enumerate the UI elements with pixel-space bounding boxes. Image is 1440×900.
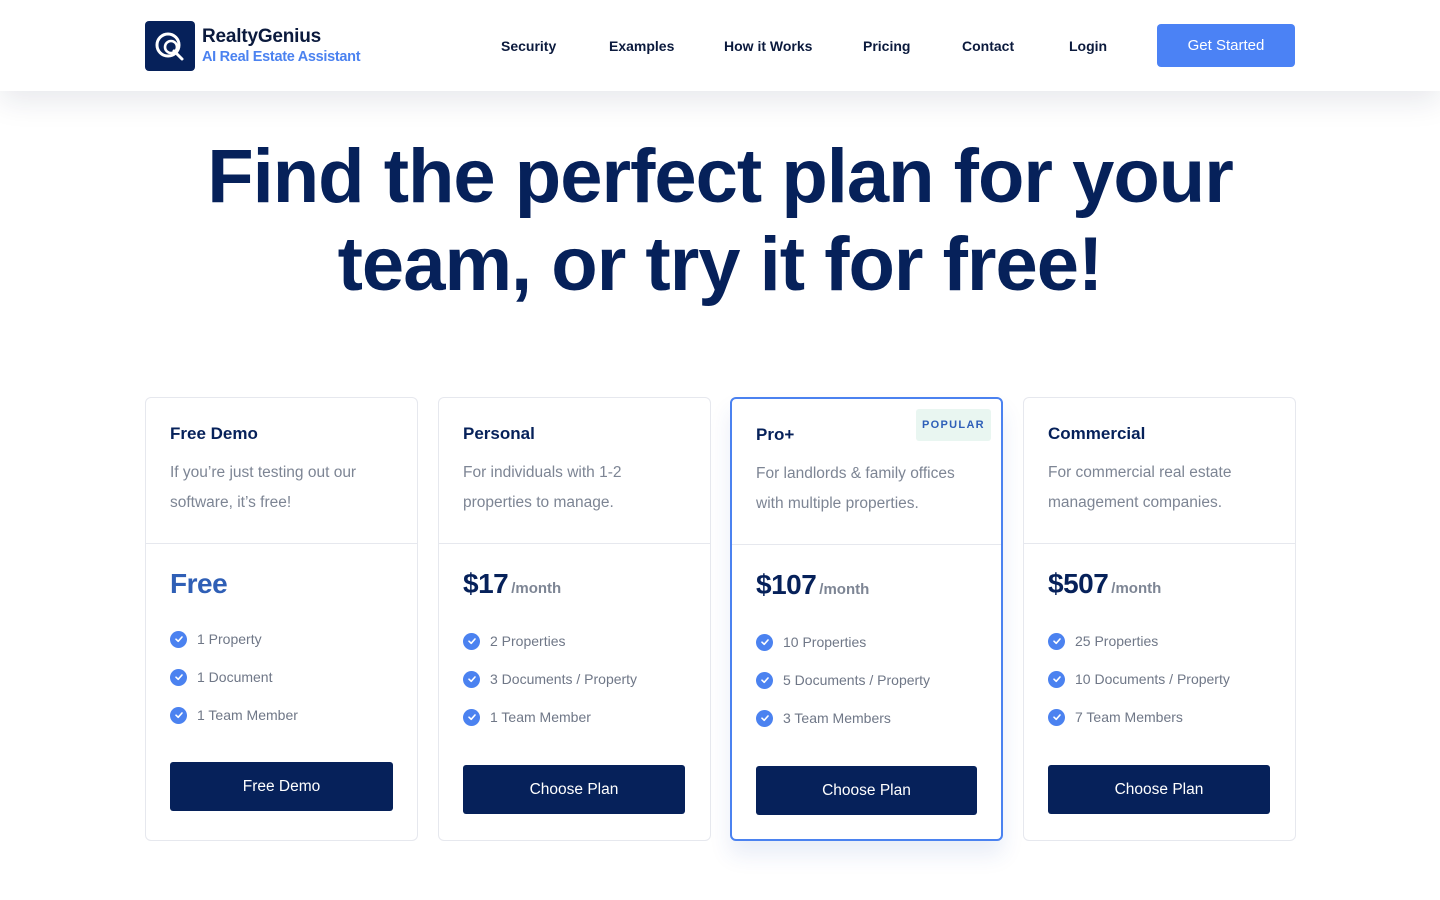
feature-item: 1 Property xyxy=(170,620,298,658)
plan-name: Free Demo xyxy=(170,424,258,443)
feature-item: 25 Properties xyxy=(1048,622,1230,660)
check-circle-icon xyxy=(463,670,480,688)
feature-item: 3 Documents / Property xyxy=(463,660,637,698)
nav-security[interactable]: Security xyxy=(501,36,556,56)
page-title-line-2: team, or try it for free! xyxy=(337,222,1104,307)
feature-label: 10 Documents / Property xyxy=(1075,671,1230,687)
feature-label: 2 Properties xyxy=(490,633,566,649)
feature-list: 10 Properties 5 Documents / Property 3 T… xyxy=(756,623,930,737)
get-started-button[interactable]: Get Started xyxy=(1157,24,1295,67)
feature-item: 1 Team Member xyxy=(170,696,298,734)
plan-card-header: Personal For individuals with 1-2 proper… xyxy=(439,398,710,544)
check-circle-icon xyxy=(756,633,773,651)
plan-price: $17 /month xyxy=(463,568,561,600)
check-circle-icon xyxy=(756,709,773,727)
choose-plan-commercial-button[interactable]: Choose Plan xyxy=(1048,765,1270,814)
nav-contact[interactable]: Contact xyxy=(962,36,1014,56)
feature-label: 5 Documents / Property xyxy=(783,672,931,688)
plan-price: $507 /month xyxy=(1048,568,1161,600)
plan-description: For landlords & family offices with mult… xyxy=(756,465,955,512)
plan-card-header: Commercial For commercial real estate ma… xyxy=(1024,398,1295,544)
plan-description: For individuals with 1-2 properties to m… xyxy=(463,464,622,511)
check-circle-icon xyxy=(170,668,187,686)
plan-card-free-demo: Free Demo If you’re just testing out our… xyxy=(145,397,418,841)
price-amount: Free xyxy=(170,568,228,599)
choose-plan-personal-button[interactable]: Choose Plan xyxy=(463,765,685,814)
check-circle-icon xyxy=(1048,708,1065,726)
feature-label: 1 Team Member xyxy=(197,707,298,723)
logo-icon xyxy=(145,21,195,71)
check-circle-icon xyxy=(170,630,187,648)
feature-item: 1 Document xyxy=(170,658,298,696)
feature-label: 3 Team Members xyxy=(783,710,891,726)
feature-label: 1 Property xyxy=(197,631,262,647)
plan-name: Personal xyxy=(463,424,535,443)
feature-list: 1 Property 1 Document 1 Team Member xyxy=(170,620,298,734)
feature-label: 1 Team Member xyxy=(490,709,591,725)
brand-name: RealtyGenius xyxy=(202,26,322,47)
plan-price: Free xyxy=(170,568,228,600)
plan-card-header: Pro+ POPULAR For landlords & family offi… xyxy=(732,399,1001,545)
feature-item: 10 Documents / Property xyxy=(1048,660,1230,698)
free-demo-button[interactable]: Free Demo xyxy=(170,762,393,811)
plan-name: Commercial xyxy=(1048,424,1146,443)
price-period: /month xyxy=(511,580,562,597)
plan-card-personal: Personal For individuals with 1-2 proper… xyxy=(438,397,711,841)
feature-item: 7 Team Members xyxy=(1048,698,1230,736)
plan-card-commercial: Commercial For commercial real estate ma… xyxy=(1023,397,1296,841)
feature-item: 3 Team Members xyxy=(756,699,930,737)
feature-list: 2 Properties 3 Documents / Property 1 Te… xyxy=(463,622,637,736)
nav-pricing[interactable]: Pricing xyxy=(863,36,910,56)
check-circle-icon xyxy=(463,632,480,650)
nav-how-it-works[interactable]: How it Works xyxy=(724,36,812,56)
price-period: /month xyxy=(819,581,870,598)
feature-label: 10 Properties xyxy=(783,634,867,650)
feature-label: 3 Documents / Property xyxy=(490,671,638,687)
nav-examples[interactable]: Examples xyxy=(609,36,674,56)
check-circle-icon xyxy=(756,671,773,689)
nav-login[interactable]: Login xyxy=(1069,36,1107,56)
check-circle-icon xyxy=(463,708,480,726)
site-header: RealtyGenius AI Real Estate Assistant Se… xyxy=(0,0,1440,91)
price-period: /month xyxy=(1111,580,1162,597)
check-circle-icon xyxy=(1048,670,1065,688)
plan-card-pro-plus: Pro+ POPULAR For landlords & family offi… xyxy=(730,397,1003,841)
plan-card-header: Free Demo If you’re just testing out our… xyxy=(146,398,417,544)
plan-name: Pro+ xyxy=(756,425,795,444)
page-title: Find the perfect plan for your team, or … xyxy=(170,133,1270,309)
feature-item: 10 Properties xyxy=(756,623,930,661)
check-circle-icon xyxy=(1048,632,1065,650)
price-amount: $107 xyxy=(756,569,817,600)
plan-description: If you’re just testing out our software,… xyxy=(170,464,357,511)
feature-list: 25 Properties 10 Documents / Property 7 … xyxy=(1048,622,1230,736)
feature-label: 25 Properties xyxy=(1075,633,1159,649)
brand-tagline: AI Real Estate Assistant xyxy=(202,49,361,65)
price-amount: $17 xyxy=(463,568,509,599)
feature-label: 1 Document xyxy=(197,669,273,685)
popular-badge: POPULAR xyxy=(916,409,991,441)
feature-item: 1 Team Member xyxy=(463,698,637,736)
plan-description: For commercial real estate management co… xyxy=(1048,464,1232,511)
feature-item: 5 Documents / Property xyxy=(756,661,930,699)
plan-price: $107 /month xyxy=(756,569,869,601)
choose-plan-pro-plus-button[interactable]: Choose Plan xyxy=(756,766,977,815)
page-title-line-1: Find the perfect plan for your xyxy=(207,134,1234,219)
brand-logo[interactable]: RealtyGenius AI Real Estate Assistant xyxy=(145,21,361,71)
feature-item: 2 Properties xyxy=(463,622,637,660)
price-amount: $507 xyxy=(1048,568,1109,599)
check-circle-icon xyxy=(170,706,187,724)
feature-label: 7 Team Members xyxy=(1075,709,1183,725)
